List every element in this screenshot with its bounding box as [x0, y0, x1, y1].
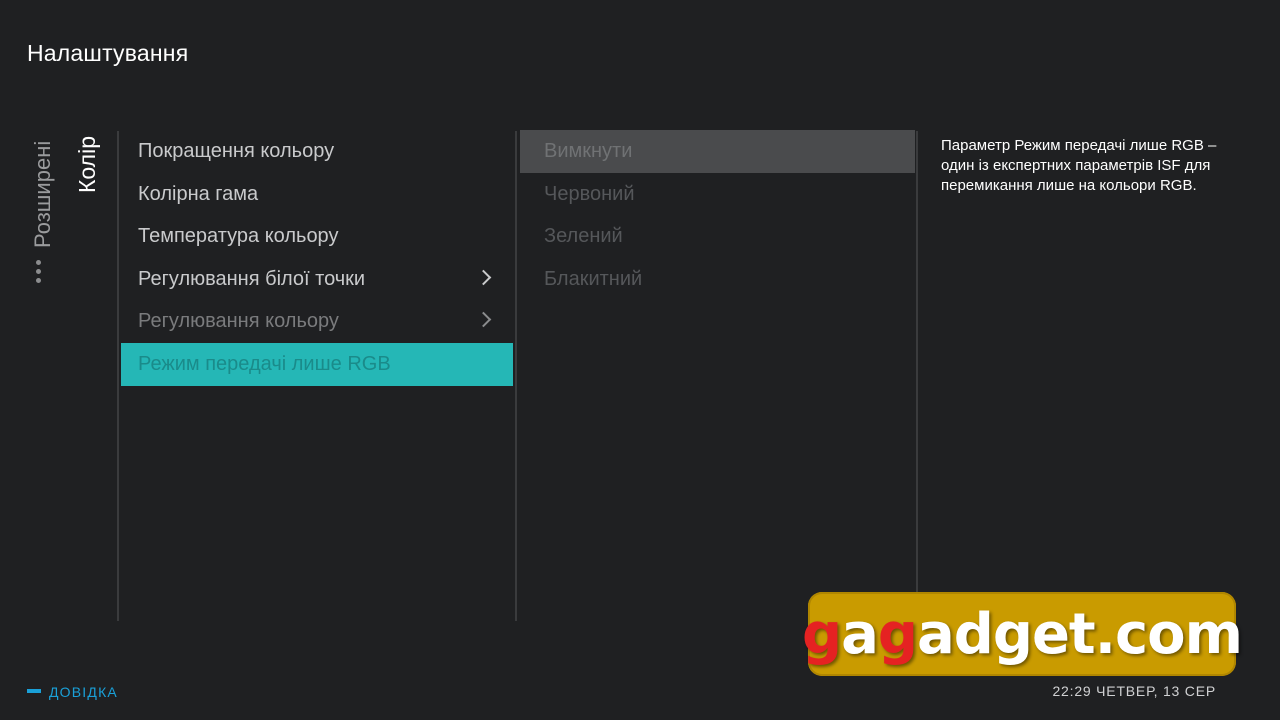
- breadcrumb-item-advanced[interactable]: Розширені: [30, 141, 56, 248]
- chevron-right-icon: [475, 312, 492, 328]
- help-label: ДОВІДКА: [49, 684, 118, 700]
- option-off[interactable]: Вимкнути: [520, 130, 915, 173]
- menu-item-color-control[interactable]: Регулювання кольору: [121, 300, 513, 343]
- menu-item-label: Температура кольору: [138, 225, 339, 248]
- more-options-icon[interactable]: [35, 260, 43, 284]
- menu-item-rgb-only-mode[interactable]: Режим передачі лише RGB: [121, 342, 513, 386]
- menu-item-label: Режим передачі лише RGB: [138, 352, 391, 375]
- menu-item-color-enhancement[interactable]: Покращення кольору: [121, 130, 513, 173]
- page-title: Налаштування: [27, 40, 189, 66]
- option-green[interactable]: Зелений: [520, 215, 915, 258]
- menu-item-label: Регулювання кольору: [138, 310, 339, 333]
- menu-item-color-temperature[interactable]: Температура кольору: [121, 215, 513, 258]
- blue-key-icon: [27, 689, 41, 693]
- menu-item-label: Колірна гама: [138, 182, 259, 205]
- option-blue[interactable]: Блакитний: [520, 258, 915, 301]
- option-red[interactable]: Червоний: [520, 173, 915, 216]
- settings-menu: Покращення кольору Колірна гама Температ…: [121, 130, 513, 386]
- divider: [515, 131, 517, 621]
- clock: 22:29 ЧЕТВЕР, 13 СЕР: [1052, 683, 1216, 699]
- menu-item-label: Покращення кольору: [138, 140, 335, 162]
- menu-item-label: Регулювання білої точки: [138, 267, 366, 290]
- menu-item-white-point[interactable]: Регулювання білої точки: [121, 258, 513, 301]
- divider: [916, 131, 918, 621]
- menu-item-color-gamut[interactable]: Колірна гама: [121, 173, 513, 216]
- watermark-logo: g a g adget.com: [802, 592, 1243, 676]
- divider: [117, 131, 119, 621]
- chevron-right-icon: [475, 269, 492, 286]
- breadcrumb-item-color: Колір: [74, 135, 100, 193]
- help-description: Параметр Режим передачі лише RGB – один …: [941, 137, 1217, 194]
- options-list: Вимкнути Червоний Зелений Блакитний: [520, 130, 915, 300]
